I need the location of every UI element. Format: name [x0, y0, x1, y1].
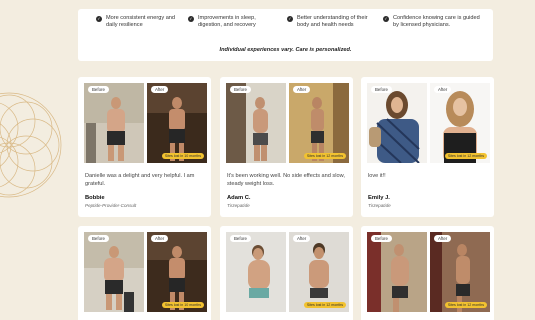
benefit-text: More consistent energy and daily resilie…: [106, 15, 176, 29]
decorative-rings: [0, 92, 62, 198]
after-tag: After: [293, 235, 311, 242]
testimonial-card: Before After Sites lost in 10 months: [78, 226, 211, 320]
before-photo: Before: [367, 232, 427, 312]
benefit-item: ✓ Improvements in sleep, digestion, and …: [188, 15, 280, 29]
after-tag: After: [434, 235, 452, 242]
after-photo: After Sites lost in 10 months: [147, 83, 207, 163]
testimonial-role: Tirzepatide: [368, 203, 391, 208]
after-photo: After Sites lost in 12 months: [289, 83, 349, 163]
before-tag: Before: [88, 86, 109, 93]
before-photo: Before: [367, 83, 427, 163]
benefit-text: Confidence knowing care is guided by lic…: [393, 15, 480, 29]
check-icon: ✓: [383, 16, 389, 22]
after-tag: After: [434, 86, 452, 93]
before-photo: Before: [84, 83, 144, 163]
testimonials-section: ✓ More consistent energy and daily resil…: [0, 0, 535, 320]
after-photo: After Sites lost in 12 months: [289, 232, 349, 312]
after-tag: After: [151, 86, 169, 93]
before-photo: Before: [84, 232, 144, 312]
after-tag: After: [151, 235, 169, 242]
check-icon: ✓: [188, 16, 194, 22]
before-tag: Before: [371, 235, 392, 242]
before-tag: Before: [230, 235, 251, 242]
check-icon: ✓: [96, 16, 102, 22]
testimonial-name: Emily J.: [368, 195, 390, 201]
before-photo: Before: [226, 232, 286, 312]
result-badge: Sites lost in 10 months: [161, 302, 204, 308]
benefit-item: ✓ More consistent energy and daily resil…: [96, 15, 182, 29]
result-badge: Sites lost in 12 months: [303, 153, 346, 159]
benefit-text: Better understanding of their body and h…: [297, 15, 368, 29]
after-photo: After Sites lost in 12 months: [430, 232, 490, 312]
disclaimer-text: Individual experiences vary. Care is per…: [219, 47, 352, 53]
before-tag: Before: [88, 235, 109, 242]
after-photo: After Sites lost in 12 months: [430, 83, 490, 163]
testimonial-role: Tirzepatide: [227, 203, 250, 208]
benefit-item: ✓ Better understanding of their body and…: [287, 15, 379, 29]
testimonial-card: Before After Sites lost in 10 months Dan…: [78, 77, 211, 217]
benefit-text: Improvements in sleep, digestion, and re…: [198, 15, 256, 29]
before-photo: Before: [226, 83, 286, 163]
testimonial-name: Bobbie: [85, 195, 105, 201]
testimonial-card: Before After Sites lost in 12 months lov…: [361, 77, 494, 217]
testimonial-card: Before After Sites lost in 12 months: [361, 226, 494, 320]
after-photo: After Sites lost in 10 months: [147, 232, 207, 312]
testimonial-card: Before After Sites lost in 12 months It'…: [220, 77, 353, 217]
result-badge: Sites lost in 12 months: [303, 302, 346, 308]
testimonial-quote: It's been working well. No side effects …: [227, 173, 345, 187]
result-badge: Sites lost in 12 months: [444, 153, 487, 159]
before-tag: Before: [371, 86, 392, 93]
before-tag: Before: [230, 86, 251, 93]
result-badge: Sites lost in 12 months: [444, 302, 487, 308]
benefits-panel: ✓ More consistent energy and daily resil…: [78, 9, 493, 61]
testimonial-quote: Danielle was a delight and very helpful.…: [85, 173, 195, 187]
testimonial-quote: love it!!: [368, 173, 386, 179]
result-badge: Sites lost in 10 months: [161, 153, 204, 159]
after-tag: After: [293, 86, 311, 93]
testimonial-card: Before After Sites lost in 12 months: [220, 226, 353, 320]
benefit-item: ✓ Confidence knowing care is guided by l…: [383, 15, 487, 29]
check-icon: ✓: [287, 16, 293, 22]
testimonial-name: Adam C.: [227, 195, 251, 201]
testimonial-role: Peptide-Provider-Consult: [85, 203, 137, 208]
